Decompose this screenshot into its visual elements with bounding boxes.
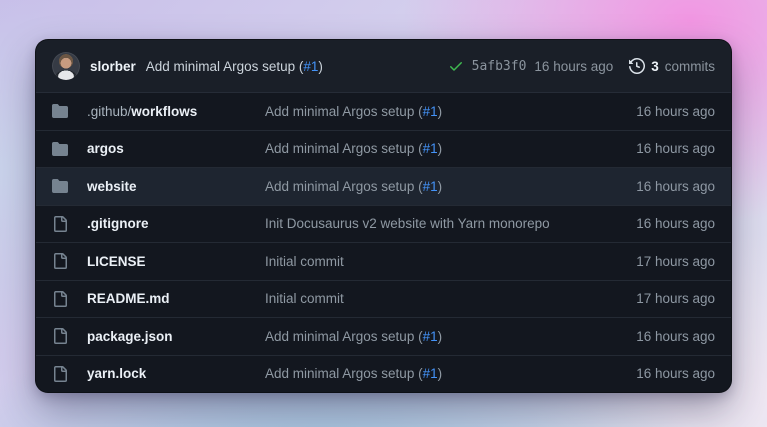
commit-author[interactable]: slorber — [90, 59, 136, 74]
commit-meta: 5afb3f0 16 hours ago 3 commits — [448, 58, 715, 74]
history-icon — [629, 58, 645, 74]
folder-icon — [52, 178, 68, 194]
repo-file-browser: slorber Add minimal Argos setup (#1) 5af… — [36, 40, 731, 392]
row-commit-message[interactable]: Add minimal Argos setup (#1) — [265, 366, 636, 381]
row-commit-message[interactable]: Add minimal Argos setup (#1) — [265, 141, 636, 156]
file-name-link[interactable]: .gitignore — [87, 216, 265, 231]
table-row[interactable]: README.md Initial commit 17 hours ago — [36, 280, 731, 318]
table-row[interactable]: website Add minimal Argos setup (#1) 16 … — [36, 167, 731, 205]
row-time: 16 hours ago — [636, 216, 715, 231]
row-time: 16 hours ago — [636, 329, 715, 344]
check-icon — [448, 58, 464, 74]
row-pr-link[interactable]: #1 — [423, 104, 438, 119]
table-row[interactable]: package.json Add minimal Argos setup (#1… — [36, 317, 731, 355]
row-time: 16 hours ago — [636, 104, 715, 119]
row-time: 16 hours ago — [636, 141, 715, 156]
row-commit-message-suffix: ) — [438, 329, 443, 344]
table-row[interactable]: argos Add minimal Argos setup (#1) 16 ho… — [36, 130, 731, 168]
row-commit-message-text: Add minimal Argos setup ( — [265, 141, 423, 156]
file-name-link[interactable]: package.json — [87, 329, 265, 344]
row-pr-link[interactable]: #1 — [423, 179, 438, 194]
row-commit-message-text: Add minimal Argos setup ( — [265, 366, 423, 381]
file-name-link[interactable]: LICENSE — [87, 254, 265, 269]
row-icon-cell — [52, 178, 87, 194]
row-commit-message-text: Init Docusaurus v2 website with Yarn mon… — [265, 216, 550, 231]
commit-time: 16 hours ago — [534, 59, 613, 74]
file-name: workflows — [131, 104, 197, 119]
commit-history-link[interactable]: 3 commits — [629, 58, 715, 74]
row-icon-cell — [52, 141, 87, 157]
file-table-body: .github/workflows Add minimal Argos setu… — [36, 93, 731, 392]
folder-icon — [52, 103, 68, 119]
row-commit-message-text: Add minimal Argos setup ( — [265, 329, 423, 344]
row-pr-link[interactable]: #1 — [423, 366, 438, 381]
file-name: LICENSE — [87, 254, 146, 269]
author-avatar[interactable] — [52, 52, 80, 80]
path-prefix[interactable]: .github/ — [87, 104, 131, 119]
row-icon-cell — [52, 253, 87, 269]
commit-message-text: Add minimal Argos setup ( — [146, 59, 304, 74]
table-row[interactable]: .github/workflows Add minimal Argos setu… — [36, 93, 731, 130]
file-name: .gitignore — [87, 216, 149, 231]
file-icon — [52, 366, 68, 382]
row-icon-cell — [52, 366, 87, 382]
row-commit-message-suffix: ) — [438, 104, 443, 119]
row-commit-message-suffix: ) — [438, 179, 443, 194]
row-pr-link[interactable]: #1 — [423, 329, 438, 344]
latest-commit-bar: slorber Add minimal Argos setup (#1) 5af… — [36, 40, 731, 93]
table-row[interactable]: yarn.lock Add minimal Argos setup (#1) 1… — [36, 355, 731, 393]
row-commit-message[interactable]: Add minimal Argos setup (#1) — [265, 179, 636, 194]
file-name-link[interactable]: argos — [87, 141, 265, 156]
table-row[interactable]: LICENSE Initial commit 17 hours ago — [36, 242, 731, 280]
row-time: 17 hours ago — [636, 291, 715, 306]
row-commit-message-text: Initial commit — [265, 254, 344, 269]
row-commit-message[interactable]: Init Docusaurus v2 website with Yarn mon… — [265, 216, 636, 231]
row-icon-cell — [52, 216, 87, 232]
file-icon — [52, 291, 68, 307]
row-commit-message-text: Add minimal Argos setup ( — [265, 179, 423, 194]
file-name-link[interactable]: README.md — [87, 291, 265, 306]
row-commit-message-suffix: ) — [438, 141, 443, 156]
row-icon-cell — [52, 291, 87, 307]
file-name-link[interactable]: yarn.lock — [87, 366, 265, 381]
file-name: package.json — [87, 329, 173, 344]
file-name-link[interactable]: .github/workflows — [87, 104, 265, 119]
file-name-link[interactable]: website — [87, 179, 265, 194]
row-commit-message-text: Initial commit — [265, 291, 344, 306]
row-commit-message[interactable]: Add minimal Argos setup (#1) — [265, 104, 636, 119]
file-name: argos — [87, 141, 124, 156]
row-time: 16 hours ago — [636, 366, 715, 381]
file-icon — [52, 328, 68, 344]
commits-count: 3 — [651, 59, 659, 74]
file-icon — [52, 216, 68, 232]
row-pr-link[interactable]: #1 — [423, 141, 438, 156]
file-name: website — [87, 179, 137, 194]
row-commit-message-text: Add minimal Argos setup ( — [265, 104, 423, 119]
pr-link[interactable]: #1 — [303, 59, 318, 74]
commit-message-suffix: ) — [318, 59, 323, 74]
row-time: 16 hours ago — [636, 179, 715, 194]
file-icon — [52, 253, 68, 269]
commit-message[interactable]: Add minimal Argos setup (#1) — [146, 59, 323, 74]
row-icon-cell — [52, 328, 87, 344]
table-row[interactable]: .gitignore Init Docusaurus v2 website wi… — [36, 205, 731, 243]
folder-icon — [52, 141, 68, 157]
commit-hash[interactable]: 5afb3f0 — [472, 59, 527, 74]
row-time: 17 hours ago — [636, 254, 715, 269]
row-commit-message[interactable]: Initial commit — [265, 254, 636, 269]
row-icon-cell — [52, 103, 87, 119]
row-commit-message-suffix: ) — [438, 366, 443, 381]
commits-label: commits — [665, 59, 715, 74]
row-commit-message[interactable]: Add minimal Argos setup (#1) — [265, 329, 636, 344]
file-name: README.md — [87, 291, 170, 306]
row-commit-message[interactable]: Initial commit — [265, 291, 636, 306]
file-name: yarn.lock — [87, 366, 146, 381]
